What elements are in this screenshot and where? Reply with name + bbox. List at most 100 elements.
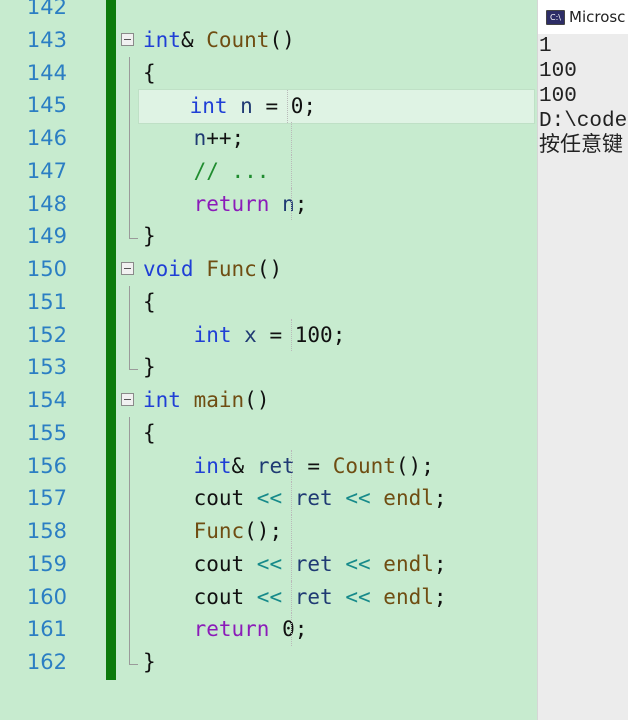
code-line[interactable]: 152 int x = 100; — [0, 318, 537, 352]
variable-n: n — [193, 126, 207, 150]
code-text[interactable]: int x = 100; — [143, 318, 537, 352]
code-line[interactable]: 156 int& ret = Count(); — [0, 449, 537, 483]
fold-guide — [129, 547, 130, 581]
code-line[interactable]: 161 return 0; — [0, 613, 537, 646]
identifier-endl: endl — [383, 551, 434, 576]
console-window[interactable]: C:\ Microsc 1 100 100 D:\code 按任意键 — [537, 0, 628, 720]
fold-guide — [129, 285, 130, 319]
code-text[interactable]: { — [143, 417, 537, 450]
fold-guide — [129, 613, 130, 646]
code-line[interactable]: 153 } — [0, 351, 537, 384]
line-number: 159 — [26, 551, 67, 576]
identifier-endl: endl — [383, 486, 434, 511]
indent-guide — [291, 580, 292, 614]
code-line-current[interactable]: 145 int n = 0; — [0, 89, 537, 124]
stream-operator: << — [345, 486, 371, 511]
code-line[interactable]: 143 int& Count() — [0, 24, 537, 57]
fold-guide — [129, 515, 130, 548]
line-number: 150 — [26, 257, 67, 281]
variable-ret: ret — [294, 551, 333, 576]
code-line[interactable]: 150 void Func() — [0, 253, 537, 286]
indent-guide — [291, 613, 292, 646]
code-line[interactable]: 160 cout << ret << endl; — [0, 580, 537, 614]
number-literal: 0 — [282, 617, 295, 642]
code-line[interactable]: 159 cout << ret << endl; — [0, 547, 537, 581]
console-line: 100 — [539, 85, 577, 108]
code-line[interactable]: 151 { — [0, 285, 537, 319]
code-line[interactable]: 154 int main() — [0, 384, 537, 417]
line-number: 158 — [26, 519, 67, 543]
code-editor[interactable]: 142 143 int& Count() 144 { 145 int n = 0… — [0, 0, 537, 720]
indent-guide — [291, 482, 292, 515]
code-line[interactable]: 162 } — [0, 646, 537, 679]
code-line[interactable]: 158 Func(); — [0, 515, 537, 548]
code-text[interactable]: n++; — [143, 122, 537, 155]
code-text[interactable]: int main() — [143, 384, 537, 417]
line-number: 160 — [26, 584, 67, 609]
code-text[interactable]: return 0; — [143, 613, 537, 646]
console-output[interactable]: 1 100 100 D:\code 按任意键 — [538, 34, 628, 720]
line-number: 162 — [26, 650, 67, 674]
code-text[interactable]: return n; — [143, 187, 537, 221]
indent-guide — [291, 318, 292, 352]
code-text[interactable]: int& Count() — [143, 24, 537, 57]
code-line[interactable]: 146 n++; — [0, 122, 537, 155]
code-line[interactable]: 147 // ... — [0, 154, 537, 188]
line-number: 142 — [26, 0, 67, 19]
collapse-icon[interactable] — [121, 32, 134, 46]
code-text[interactable]: cout << ret << endl; — [143, 580, 537, 614]
function-name-main: main — [193, 388, 245, 412]
console-line: 100 — [539, 60, 577, 83]
code-text[interactable]: cout << ret << endl; — [143, 482, 537, 515]
line-number: 152 — [26, 322, 67, 347]
variable-ret: ret — [256, 453, 295, 478]
code-text[interactable]: { — [143, 57, 537, 90]
line-number: 161 — [26, 617, 67, 642]
code-line[interactable]: 144 { — [0, 56, 537, 90]
line-number: 149 — [26, 224, 67, 249]
variable-ret: ret — [294, 486, 333, 511]
line-number: 143 — [26, 27, 67, 52]
type-int: int — [143, 388, 181, 412]
code-text[interactable]: // ... — [143, 154, 537, 188]
fold-guide — [129, 318, 130, 352]
fold-guide — [129, 449, 130, 483]
code-text[interactable]: int& ret = Count(); — [143, 449, 537, 483]
code-line[interactable]: 148 return n; — [0, 187, 537, 221]
stream-operator: << — [345, 584, 371, 609]
code-text[interactable]: void Func() — [143, 253, 537, 286]
line-number: 145 — [26, 93, 67, 118]
indent-guide — [291, 187, 292, 221]
console-line: D:\code — [539, 110, 628, 133]
comment: // ... — [193, 158, 270, 183]
fold-guide — [129, 56, 130, 90]
code-text[interactable]: } — [143, 646, 537, 679]
collapse-icon[interactable] — [121, 262, 134, 275]
indent-guide — [291, 515, 292, 548]
variable-x: x — [244, 322, 257, 347]
indent-guide — [291, 154, 292, 188]
code-text[interactable]: cout << ret << endl; — [143, 547, 537, 581]
console-app-icon: C:\ — [546, 9, 565, 25]
line-number: 154 — [26, 388, 67, 412]
type-void: void — [143, 257, 194, 281]
fold-guide — [129, 482, 130, 515]
current-line-highlight[interactable]: int n = 0; — [138, 89, 535, 124]
code-line[interactable]: 149 } — [0, 220, 537, 253]
code-text[interactable]: } — [143, 351, 537, 384]
code-text[interactable]: { — [143, 286, 537, 319]
fold-guide-end — [129, 351, 138, 371]
collapse-icon[interactable] — [121, 393, 134, 406]
indent-guide — [287, 90, 288, 123]
code-text[interactable]: } — [143, 220, 537, 253]
console-line: 按任意键 — [539, 135, 623, 158]
fold-guide — [129, 580, 130, 614]
code-lines: 142 143 int& Count() 144 { 145 int n = 0… — [0, 0, 537, 679]
code-text[interactable]: Func(); — [143, 515, 537, 548]
fold-guide — [129, 89, 130, 122]
console-titlebar[interactable]: C:\ Microsc — [538, 0, 628, 34]
line-number: 157 — [26, 486, 67, 511]
indent-guide — [291, 547, 292, 581]
code-line[interactable]: 157 cout << ret << endl; — [0, 482, 537, 515]
code-line[interactable]: 155 { — [0, 416, 537, 450]
